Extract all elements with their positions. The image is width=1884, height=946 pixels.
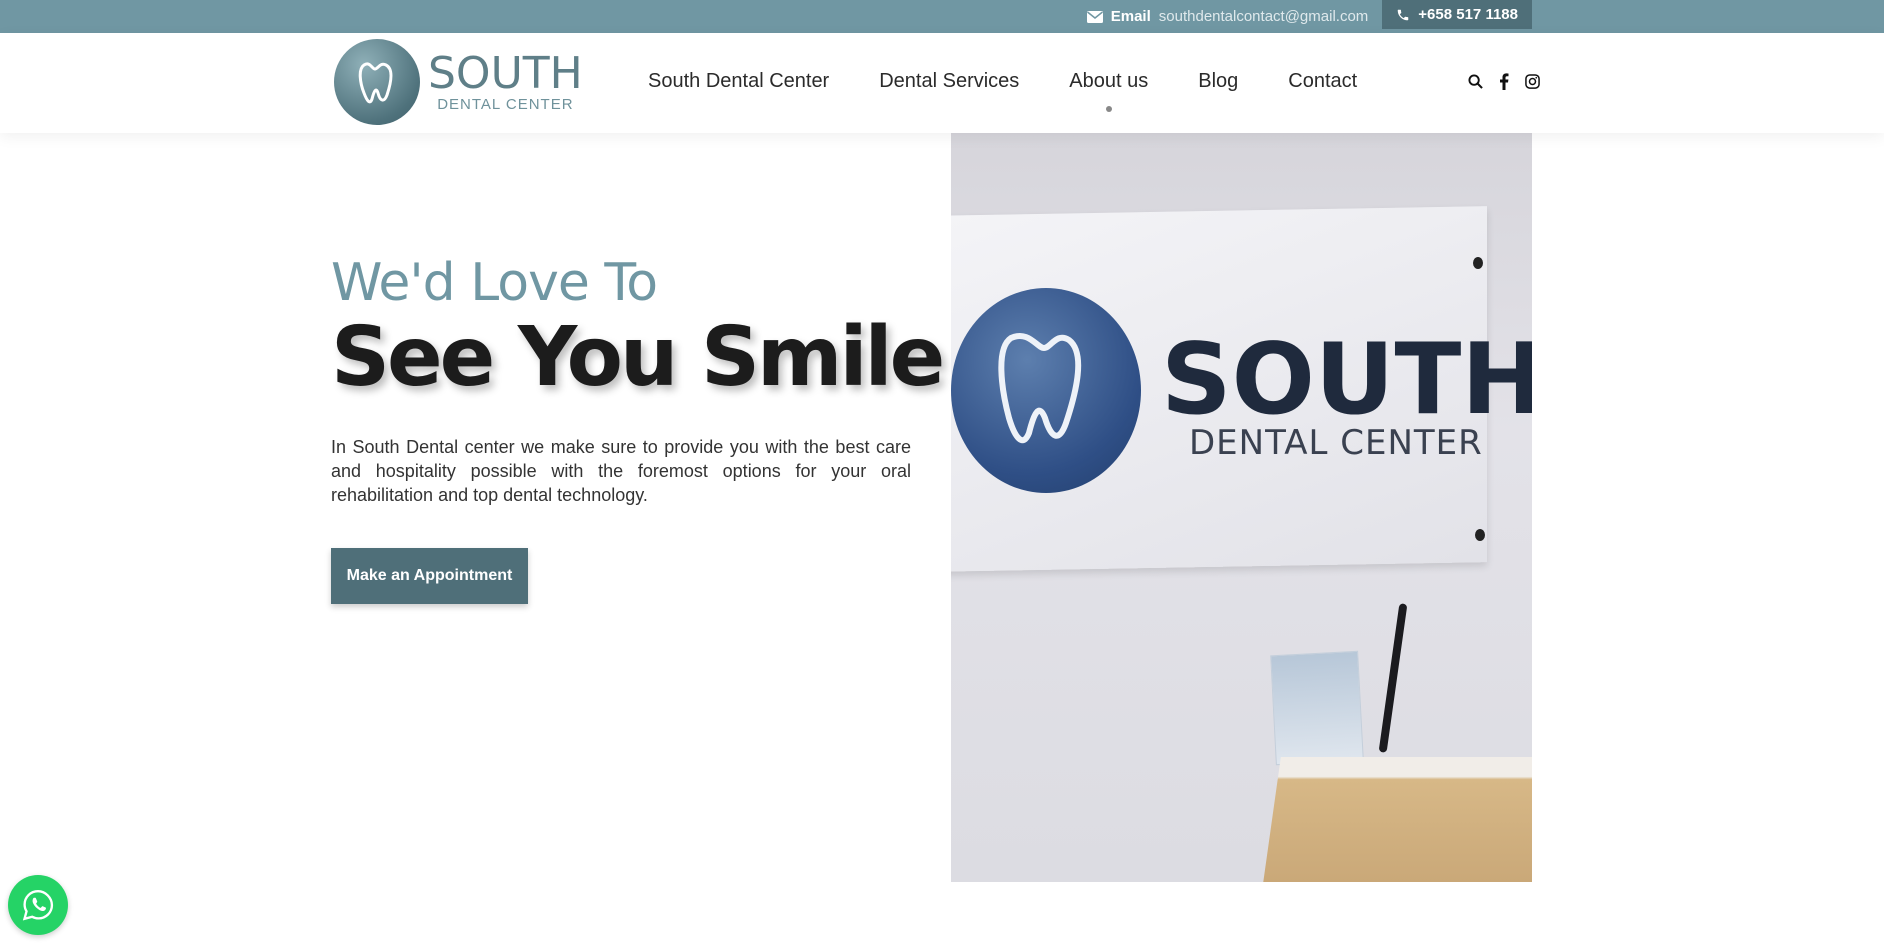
nav-about-us[interactable]: About us (1069, 70, 1149, 112)
clinic-photo: SOUTH DENTAL CENTER (951, 133, 1532, 882)
tooth-icon (998, 333, 1082, 444)
top-bar-contacts: Email southdentalcontact@gmail.com +658 … (1086, 0, 1532, 33)
active-indicator-dot (1105, 106, 1112, 112)
nav-contact[interactable]: Contact (1288, 70, 1357, 93)
envelope-icon (1086, 10, 1103, 23)
facebook-icon[interactable] (1499, 73, 1509, 90)
whatsapp-button[interactable] (8, 875, 68, 935)
email-label: Email (1110, 8, 1151, 25)
tooth-icon (358, 62, 393, 104)
site-header: SOUTH DENTAL CENTER South Dental Center … (0, 33, 1884, 133)
hero-subtitle: We'd Love To (331, 253, 658, 313)
nav-dental-services[interactable]: Dental Services (879, 70, 1019, 93)
sign-name: SOUTH (1161, 323, 1532, 437)
header-icons (1452, 73, 1540, 90)
search-icon[interactable] (1468, 74, 1483, 89)
top-bar: Email southdentalcontact@gmail.com +658 … (0, 0, 1884, 33)
logo-name: SOUTH (428, 48, 583, 99)
sign-subtitle: DENTAL CENTER (1189, 423, 1483, 463)
brochure-holder (1270, 650, 1364, 766)
nav-blog[interactable]: Blog (1198, 70, 1238, 93)
logo-subtitle: DENTAL CENTER (437, 96, 574, 113)
logo-text: SOUTH DENTAL CENTER (428, 48, 583, 113)
screw (1475, 529, 1485, 541)
screw (1473, 257, 1483, 269)
hero-description: In South Dental center we make sure to p… (331, 437, 911, 505)
main-nav: South Dental Center Dental Services Abou… (648, 70, 1407, 112)
pen (1378, 603, 1408, 753)
phone-button[interactable]: +658 517 1188 (1382, 0, 1532, 29)
phone-icon (1398, 9, 1409, 20)
nav-about-us-label: About us (1069, 70, 1149, 92)
email-link[interactable]: Email southdentalcontact@gmail.com (1086, 8, 1369, 25)
phone-number: +658 517 1188 (1418, 6, 1518, 23)
sign-logo-emblem (951, 288, 1141, 493)
nav-south-dental-center[interactable]: South Dental Center (648, 70, 829, 93)
logo-tooth-emblem (334, 39, 420, 125)
logo[interactable]: SOUTH DENTAL CENTER (334, 39, 583, 125)
hero-title: See You Smile (331, 310, 945, 405)
make-appointment-button[interactable]: Make an Appointment (331, 548, 528, 604)
whatsapp-icon (22, 890, 54, 921)
reception-desk (1261, 757, 1532, 882)
instagram-icon[interactable] (1525, 74, 1540, 89)
email-address[interactable]: southdentalcontact@gmail.com (1159, 8, 1369, 25)
